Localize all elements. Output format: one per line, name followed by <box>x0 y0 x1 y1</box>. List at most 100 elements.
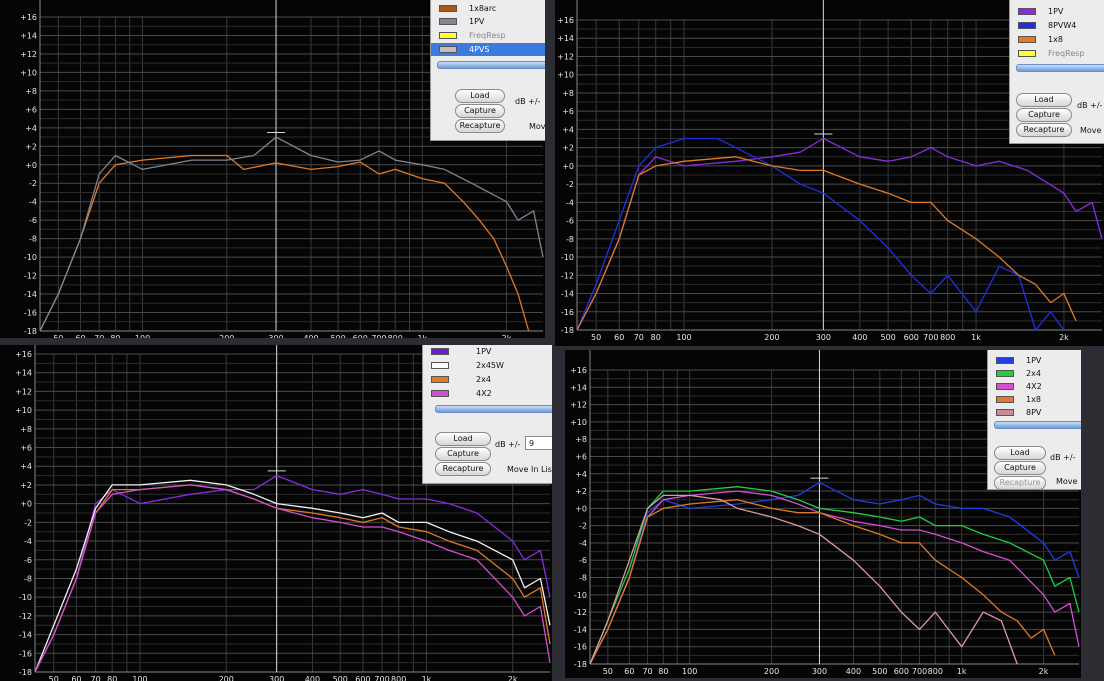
x-tick-label: 400 <box>852 333 867 342</box>
y-tick-label: -6 <box>24 556 32 565</box>
x-tick-label: 80 <box>658 667 668 676</box>
x-tick-label: 60 <box>71 675 81 681</box>
x-tick-label: 300 <box>268 334 283 338</box>
x-tick-label: 2k <box>502 334 512 338</box>
x-tick-label: 500 <box>333 675 348 681</box>
y-tick-label: -14 <box>19 631 32 640</box>
x-tick-label: 700 <box>371 334 386 338</box>
legend-panel: 1PV 2x4 4X2 1x8 8PV Load Capture Recaptu… <box>987 350 1081 490</box>
y-tick-label: -16 <box>561 308 574 317</box>
db-input[interactable]: 9 <box>525 436 552 450</box>
capture-button[interactable]: Capture <box>435 447 491 461</box>
move-label: Mov <box>529 122 545 131</box>
y-tick-label: +12 <box>20 50 37 59</box>
y-tick-label: +4 <box>25 124 37 133</box>
y-tick-label: +0 <box>20 500 32 509</box>
y-tick-label: -8 <box>566 235 574 244</box>
y-tick-label: +8 <box>25 87 37 96</box>
x-tick-label: 50 <box>591 333 601 342</box>
y-tick-label: -8 <box>24 574 32 583</box>
swatch-orange <box>431 376 449 383</box>
swatch-green <box>996 370 1014 377</box>
legend-scrollbar[interactable] <box>994 421 1081 429</box>
y-tick-label: +12 <box>570 401 587 410</box>
x-tick-label: 600 <box>355 675 370 681</box>
x-tick-label: 600 <box>894 667 909 676</box>
legend-item[interactable]: 1PV <box>439 15 544 28</box>
x-tick-label: 300 <box>816 333 831 342</box>
x-tick-label: 800 <box>388 334 403 338</box>
y-tick-label: +6 <box>20 444 32 453</box>
recapture-button[interactable]: Recapture <box>994 476 1046 490</box>
y-tick-label: -6 <box>579 556 587 565</box>
x-tick-label: 80 <box>107 675 117 681</box>
recapture-button[interactable]: Recapture <box>455 119 505 133</box>
x-tick-label: 60 <box>75 334 85 338</box>
y-tick-label: -4 <box>24 537 32 546</box>
x-tick-label: 700 <box>374 675 389 681</box>
legend-item[interactable]: 1x8arc <box>439 2 544 15</box>
chart-panel-3: +16 +14 +12 +10 +8 +6 +4 +2 +0 -2 -4 -6 -8 -10 -12 -14 -… <box>0 345 552 681</box>
y-tick-label: +8 <box>20 425 32 434</box>
recapture-button[interactable]: Recapture <box>1016 123 1072 137</box>
swatch-silver <box>439 46 457 53</box>
y-tick-label: +14 <box>557 34 574 43</box>
x-tick-label: 300 <box>269 675 284 681</box>
load-button[interactable]: Load <box>455 89 505 103</box>
y-tick-label: +16 <box>15 350 32 359</box>
legend-scrollbar[interactable] <box>437 61 545 69</box>
capture-button[interactable]: Capture <box>455 104 505 118</box>
y-tick-label: -16 <box>574 643 587 652</box>
y-tick-label: -14 <box>24 290 37 299</box>
x-tick-label: 400 <box>846 667 861 676</box>
y-tick-label: +10 <box>20 68 37 77</box>
x-tick-label: 50 <box>49 675 59 681</box>
swatch-blue <box>996 357 1014 364</box>
db-label: dB +/- <box>515 97 541 106</box>
y-tick-label: +2 <box>575 487 587 496</box>
y-tick-label: +0 <box>575 504 587 513</box>
load-button[interactable]: Load <box>1016 93 1072 107</box>
swatch-gray <box>439 18 457 25</box>
x-tick-label: 600 <box>904 333 919 342</box>
y-tick-label: +0 <box>562 162 574 171</box>
y-tick-label: +16 <box>20 13 37 22</box>
y-tick-label: +6 <box>575 452 587 461</box>
x-tick-label: 500 <box>330 334 345 338</box>
y-tick-label: +14 <box>570 383 587 392</box>
x-tick-label: 200 <box>764 667 779 676</box>
x-tick-label: 800 <box>928 667 943 676</box>
load-button[interactable]: Load <box>994 446 1046 460</box>
x-tick-label: 500 <box>872 667 887 676</box>
y-tick-label: +10 <box>557 71 574 80</box>
y-tick-label: +8 <box>575 435 587 444</box>
x-tick-label: 200 <box>219 675 234 681</box>
x-tick-label: 50 <box>53 334 63 338</box>
y-tick-label: +14 <box>15 369 32 378</box>
move-label: Move <box>1056 477 1078 486</box>
db-label: dB +/- <box>495 440 521 449</box>
legend-scrollbar[interactable] <box>435 405 552 413</box>
capture-button[interactable]: Capture <box>994 461 1046 475</box>
legend-item-selected[interactable]: 4PVS <box>431 43 545 56</box>
x-tick-label: 800 <box>940 333 955 342</box>
x-tick-label: 60 <box>624 667 634 676</box>
y-tick-label: +10 <box>570 418 587 427</box>
series-line-1x8 <box>589 499 1056 665</box>
y-tick-label: -12 <box>24 272 37 281</box>
y-tick-label: +12 <box>15 387 32 396</box>
capture-button[interactable]: Capture <box>1016 108 1072 122</box>
y-tick-label: -12 <box>19 612 32 621</box>
y-tick-label: -4 <box>579 539 587 548</box>
y-tick-label: -12 <box>574 608 587 617</box>
y-tick-label: -18 <box>574 660 587 669</box>
y-tick-label: -2 <box>24 518 32 527</box>
recapture-button[interactable]: Recapture <box>435 462 491 476</box>
load-button[interactable]: Load <box>435 432 491 446</box>
y-tick-label: -10 <box>574 591 587 600</box>
x-tick-label: 700 <box>912 667 927 676</box>
legend-scrollbar[interactable] <box>1016 64 1104 72</box>
legend-panel: 1PV 8PVW4 1x8 FreqResp Load Capture Reca… <box>1009 0 1104 144</box>
chart-panel-4: +16 +14 +12 +10 +8 +6 +4 +2 +0 -2 -4 -6 -8 -10 -12 -14 -… <box>565 350 1081 678</box>
legend-item[interactable]: FreqResp <box>439 29 544 42</box>
